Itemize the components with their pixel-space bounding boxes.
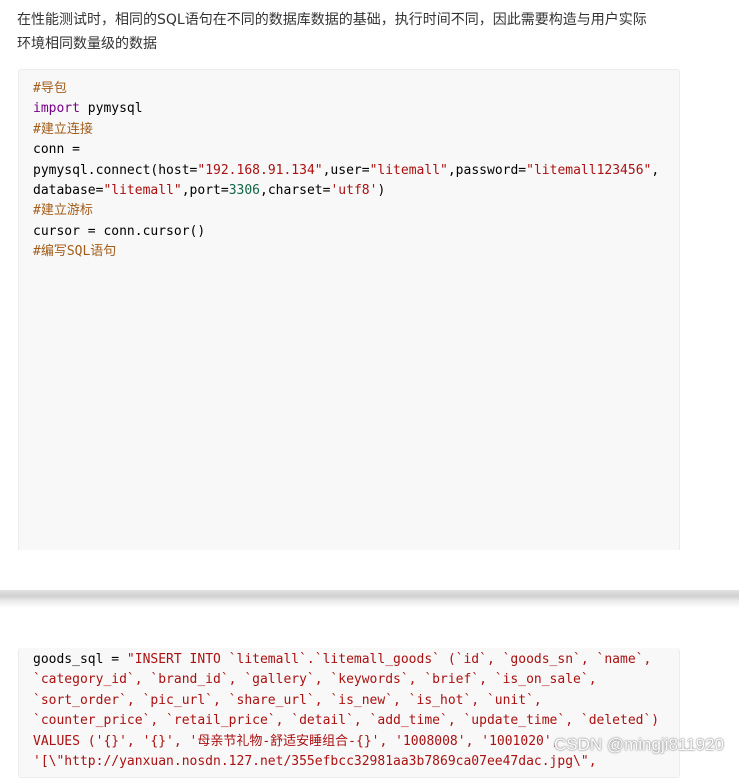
code-comment: #建立连接 <box>33 121 93 137</box>
code-comment: #建立游标 <box>33 203 93 219</box>
code-text: , <box>651 162 660 178</box>
code-string: `category_id`, `brand_id`, `gallery`, `k… <box>33 672 597 688</box>
code-text: conn = <box>33 142 80 158</box>
code-string: VALUES ('{}', '{}', '母亲节礼物-舒适安睡组合-{}', '… <box>33 733 560 749</box>
code-content: #导包 import pymysql #建立连接 conn = pymysql.… <box>19 70 679 263</box>
code-text: ,charset= <box>260 183 331 199</box>
page-separator <box>0 590 739 608</box>
code-comment: #编写SQL语句 <box>33 244 117 260</box>
code-string: 'utf8' <box>330 183 378 199</box>
code-text: ,user= <box>322 162 370 178</box>
code-text: goods_sql = <box>33 652 127 667</box>
code-string: "litemall" <box>103 183 182 199</box>
code-string: "litemall" <box>369 162 448 178</box>
code-text: cursor = conn.cursor() <box>33 223 206 239</box>
code-text: ,password= <box>447 162 527 178</box>
code-string: "192.168.91.134" <box>197 162 323 178</box>
code-string: '[\"http://yanxuan.nosdn.127.net/355efbc… <box>33 754 597 770</box>
code-text: ) <box>377 183 386 199</box>
code-block-python: #导包 import pymysql #建立连接 conn = pymysql.… <box>18 69 680 550</box>
code-number: 3306 <box>228 183 261 199</box>
code-keyword: import <box>33 101 80 117</box>
intro-paragraph: 在性能测试时，相同的SQL语句在不同的数据库数据的基础，执行时间不同，因此需要构… <box>17 8 717 56</box>
code-text: pymysql <box>79 101 143 117</box>
code-string: `counter_price`, `retail_price`, `detail… <box>33 713 660 729</box>
code-text: database= <box>33 183 104 199</box>
code-text: pymysql.connect(host= <box>33 162 198 178</box>
intro-line-1: 在性能测试时，相同的SQL语句在不同的数据库数据的基础，执行时间不同，因此需要构… <box>17 12 647 28</box>
code-text: ,port= <box>181 183 229 199</box>
code-string: "INSERT INTO `litemall`.`litemall_goods`… <box>126 652 652 667</box>
intro-line-2: 环境相同数量级的数据 <box>17 36 157 52</box>
code-string: `sort_order`, `pic_url`, `share_url`, `i… <box>33 692 542 708</box>
csdn-watermark: CSDN @mingji811920 <box>553 735 724 754</box>
code-comment: #导包 <box>33 81 67 96</box>
code-string: "litemall123456" <box>526 162 652 178</box>
code-block-sql: goods_sql = "INSERT INTO `litemall`.`lit… <box>18 648 680 778</box>
